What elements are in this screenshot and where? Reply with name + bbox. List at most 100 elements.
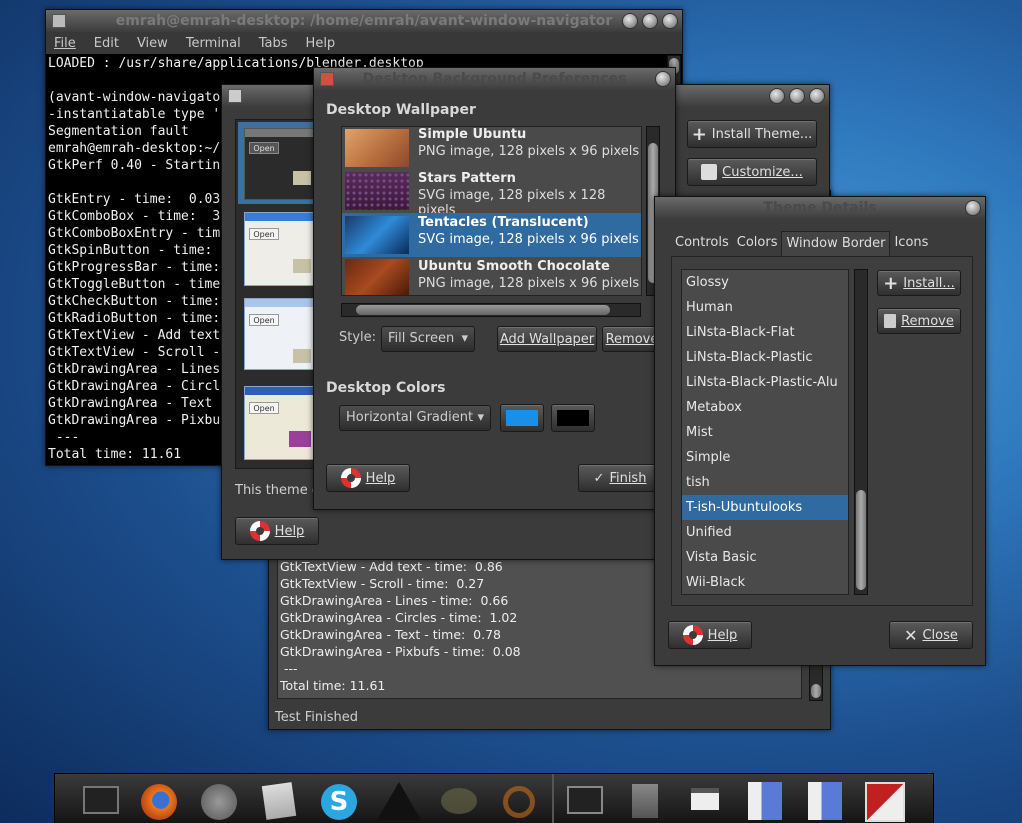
wallpaper-item[interactable]: Ubuntu Smooth Chocolate PNG image, 128 p… (342, 257, 641, 297)
wallpaper-item[interactable]: Stars Pattern SVG image, 128 pixels x 12… (342, 169, 641, 218)
theme-item[interactable]: Human (682, 295, 848, 320)
check-icon: ✓ (593, 470, 605, 486)
menu-view[interactable]: View (137, 36, 168, 51)
gimp-icon[interactable] (437, 782, 481, 822)
text-editor-icon[interactable] (257, 782, 301, 822)
remove-wallpaper-button[interactable]: Remove (602, 326, 662, 352)
thumb-open-button: Open (249, 314, 279, 326)
wallpaper-name: Simple Ubuntu (418, 127, 527, 142)
maximize-button[interactable] (789, 88, 805, 104)
tab-panel: Glossy Human LiNsta-Black-Flat LiNsta-Black… (671, 256, 973, 606)
theme-item[interactable]: Metabox (682, 395, 848, 420)
close-button[interactable] (809, 88, 825, 104)
background-titlebar[interactable]: Desktop Background Preferences (314, 68, 675, 90)
wallpaper-heading: Desktop Wallpaper (326, 102, 476, 118)
menu-help[interactable]: Help (306, 36, 336, 51)
firefox-icon[interactable] (137, 782, 181, 822)
theme-details-titlebar[interactable]: Theme Details (655, 197, 985, 219)
theme-item[interactable]: Vista Basic (682, 545, 848, 570)
menu-terminal[interactable]: Terminal (186, 36, 241, 51)
inkscape-icon[interactable] (377, 782, 421, 822)
theme-item[interactable]: LiNsta-Black-Plastic-Alu (682, 370, 848, 395)
close-button[interactable] (655, 71, 671, 87)
customize-button[interactable]: Customize... (687, 158, 817, 186)
theme-help-button[interactable]: Help (668, 621, 752, 649)
close-button[interactable] (965, 200, 981, 216)
maximize-button[interactable] (642, 13, 658, 29)
appearance-help-button[interactable]: Help (235, 517, 319, 545)
theme-item[interactable]: LiNsta-Black-Plastic (682, 345, 848, 370)
gtkperf-line: GtkDrawingArea - Lines - time: 0.66 (280, 593, 509, 608)
tab-window-border[interactable]: Window Border (781, 231, 891, 257)
appearance-task-icon[interactable] (743, 782, 787, 822)
theme-item[interactable]: Glossy (682, 270, 848, 295)
theme-thumb[interactable]: Open (244, 386, 316, 460)
theme-details-window: Theme Details Controls Colors Window Bor… (654, 196, 986, 666)
skype-icon[interactable]: S (317, 782, 361, 822)
help-icon (682, 625, 703, 645)
terminal-titlebar[interactable]: emrah@emrah-desktop: /home/emrah/avant-w… (46, 10, 682, 32)
install-button[interactable]: + Install... (877, 270, 961, 296)
wallpaper-name: Ubuntu Smooth Chocolate (418, 259, 610, 274)
gradient-combo[interactable]: Horizontal Gradient (339, 405, 491, 431)
tab-icons[interactable]: Icons (890, 231, 932, 257)
style-combo[interactable]: Fill Screen (381, 326, 475, 352)
menu-tabs[interactable]: Tabs (259, 36, 288, 51)
system-clock-icon[interactable] (197, 782, 241, 822)
theme-item[interactable]: Wii-Black (682, 570, 848, 594)
theme-item[interactable]: Simple (682, 445, 848, 470)
theme-item[interactable]: tish (682, 470, 848, 495)
folder-icon (293, 349, 311, 363)
theme-thumb[interactable]: Open (244, 298, 316, 370)
menu-edit[interactable]: Edit (94, 36, 119, 51)
wallpaper-item-selected[interactable]: Tentacles (Translucent) SVG image, 128 p… (342, 213, 641, 257)
gtkperf-line: --- (280, 661, 298, 676)
theme-task-icon[interactable] (803, 782, 847, 822)
window-task-icon[interactable] (683, 782, 727, 822)
theme-list-scrollbar[interactable] (854, 269, 868, 595)
finish-button[interactable]: ✓ Finish (578, 464, 662, 492)
wallpaper-hscroll[interactable] (341, 303, 641, 317)
menu-file[interactable]: File (54, 36, 76, 51)
wallpaper-item[interactable]: Simple Ubuntu PNG image, 128 pixels x 96… (342, 127, 641, 169)
wallpaper-name: Tentacles (Translucent) (418, 215, 589, 230)
file-cabinet-icon[interactable] (623, 782, 667, 822)
theme-item[interactable]: Unified (682, 520, 848, 545)
colors-heading: Desktop Colors (326, 380, 446, 396)
gtkperf-line: GtkTextView - Add text - time: 0.86 (280, 559, 503, 574)
primary-color-swatch (506, 410, 538, 426)
gtkperf-status: Test Finished (275, 710, 358, 725)
secondary-color-swatch (557, 410, 589, 426)
remove-button[interactable]: Remove (877, 308, 961, 334)
primary-color-button[interactable] (500, 404, 544, 432)
background-help-button[interactable]: Help (326, 464, 410, 492)
theme-thumb-selected[interactable]: Open (238, 122, 322, 204)
theme-tabs: Controls Colors Window Border Icons (671, 231, 932, 257)
wallpaper-thumb (345, 172, 409, 210)
background-window: Desktop Background Preferences Desktop W… (313, 67, 676, 510)
wallpaper-desc: SVG image, 128 pixels x 96 pixels (418, 232, 639, 247)
background-window-icon (320, 72, 334, 86)
plus-icon: + (691, 123, 707, 145)
tab-controls[interactable]: Controls (671, 231, 733, 257)
tab-colors[interactable]: Colors (733, 231, 782, 257)
wallpaper-name: Stars Pattern (418, 171, 516, 186)
secondary-color-button[interactable] (551, 404, 595, 432)
terminal-task-icon[interactable] (563, 782, 607, 822)
blender-icon[interactable] (497, 782, 541, 822)
install-theme-button[interactable]: + Install Theme... (687, 120, 817, 148)
wallpaper-list: Simple Ubuntu PNG image, 128 pixels x 96… (341, 126, 642, 296)
minimize-button[interactable] (622, 13, 638, 29)
terminal-launcher-icon[interactable] (79, 782, 123, 822)
minimize-button[interactable] (769, 88, 785, 104)
close-button[interactable] (662, 13, 678, 29)
close-dialog-button[interactable]: ✕ Close (889, 621, 973, 649)
theme-item-selected[interactable]: T-ish-Ubuntulooks (682, 495, 848, 520)
plus-icon: + (883, 272, 899, 294)
background-task-icon[interactable] (863, 782, 907, 822)
theme-item[interactable]: LiNsta-Black-Flat (682, 320, 848, 345)
theme-thumb[interactable]: Open (244, 212, 316, 286)
add-wallpaper-button[interactable]: Add Wallpaper (497, 326, 597, 352)
theme-item[interactable]: Mist (682, 420, 848, 445)
thumb-open-button: Open (249, 228, 279, 240)
